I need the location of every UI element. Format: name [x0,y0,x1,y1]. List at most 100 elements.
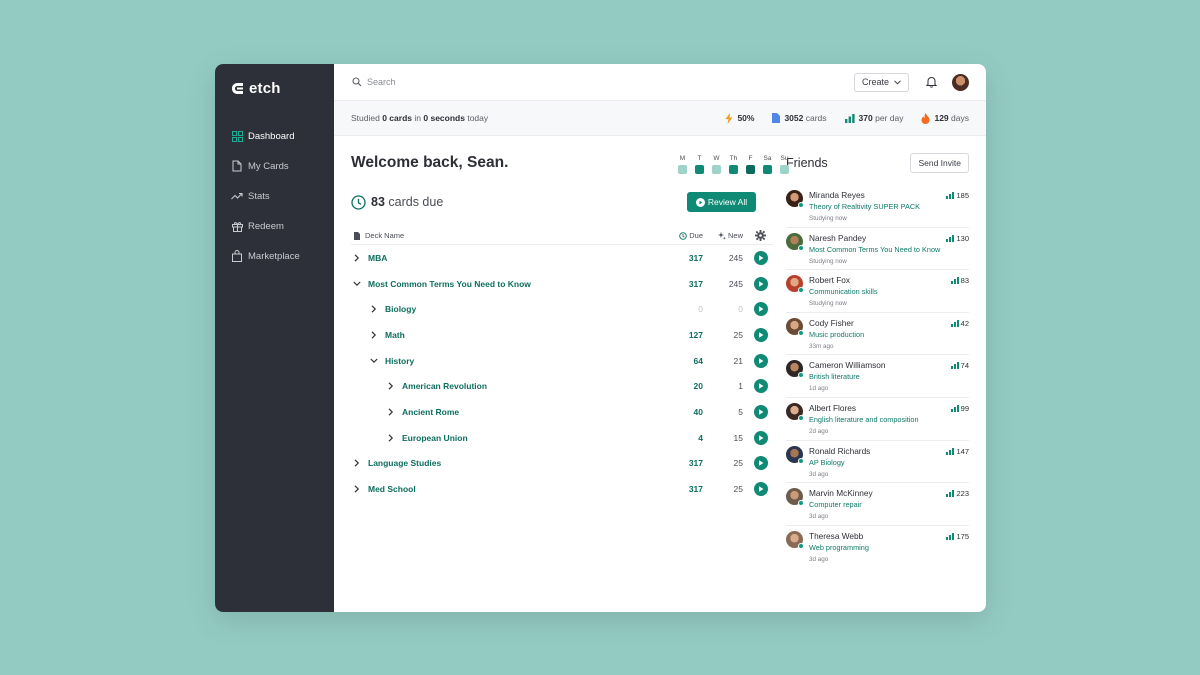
sidebar-item-redeem[interactable]: Redeem [215,211,334,241]
studied-cards: 0 cards [382,113,412,123]
friend-avatar[interactable] [786,402,804,421]
friend-item[interactable]: Robert Fox Communication skills Studying n… [786,270,969,313]
notifications-button[interactable] [926,76,937,88]
friend-deck-link[interactable]: Web programming [809,542,946,554]
chevron-right-icon[interactable] [351,485,363,493]
deck-name[interactable]: Ancient Rome [351,407,669,417]
friend-avatar[interactable] [786,445,804,464]
chevron-right-icon[interactable] [351,254,363,262]
friend-avatar[interactable] [786,232,804,251]
deck-name[interactable]: European Union [351,433,669,443]
deck-name[interactable]: Med School [351,484,669,494]
deck-name[interactable]: Math [351,330,669,340]
friend-avatar[interactable] [786,275,804,294]
create-button[interactable]: Create [853,72,909,92]
table-row[interactable]: European Union 4 15 [351,425,773,451]
play-icon [753,302,768,317]
chevron-right-icon[interactable] [385,408,397,416]
stat-percent: 50% [725,112,754,124]
friend-avatar[interactable] [786,317,804,336]
deck-name[interactable]: History [351,356,669,366]
column-due[interactable]: Due [669,231,703,240]
week-day: M [674,155,691,174]
chevron-right-icon[interactable] [385,382,397,390]
study-deck-button[interactable] [743,276,773,291]
week-day-label: Sa [763,155,772,162]
column-deck-name[interactable]: Deck Name [351,231,669,240]
table-settings-button[interactable] [743,230,773,241]
chevron-down-icon[interactable] [351,280,363,288]
study-deck-button[interactable] [743,302,773,317]
table-row[interactable]: History 64 21 [351,348,773,374]
search-bar[interactable]: Search [352,77,854,87]
deck-name[interactable]: Biology [351,304,669,314]
study-deck-button[interactable] [743,456,773,471]
study-deck-button[interactable] [743,250,773,265]
study-deck-button[interactable] [743,430,773,445]
study-deck-button[interactable] [743,379,773,394]
table-row[interactable]: Ancient Rome 40 5 [351,399,773,425]
table-row[interactable]: American Revolution 20 1 [351,373,773,399]
table-row[interactable]: MBA 317 245 [351,245,773,271]
friend-item[interactable]: Albert Flores English literature and comp… [786,398,969,441]
friend-avatar[interactable] [786,360,804,379]
app-window: etch Dashboard My Cards Stats Redeem Mar… [215,64,986,612]
review-all-button[interactable]: Review All [687,192,756,212]
study-deck-button[interactable] [743,404,773,419]
sidebar-item-dashboard[interactable]: Dashboard [215,121,334,151]
friend-avatar[interactable] [786,488,804,507]
friend-item[interactable]: Marvin McKinney Computer repair 3d ago 223 [786,483,969,526]
table-row[interactable]: Most Common Terms You Need to Know 317 245 [351,271,773,297]
table-row[interactable]: Med School 317 25 [351,476,773,502]
friend-deck-link[interactable]: Most Common Terms You Need to Know [809,244,946,256]
friend-deck-link[interactable]: English literature and composition [809,414,951,426]
chevron-right-icon[interactable] [368,331,380,339]
friend-item[interactable]: Naresh Pandey Most Common Terms You Need … [786,228,969,271]
logo[interactable]: etch [215,79,334,97]
column-new[interactable]: New [703,231,743,240]
friend-info: Miranda Reyes Theory of Realtivity SUPER … [809,190,946,227]
study-deck-button[interactable] [743,482,773,497]
friend-item[interactable]: Cody Fisher Music production 33m ago 42 [786,313,969,356]
study-deck-button[interactable] [743,327,773,342]
stat-cards-unit: cards [805,113,827,123]
chevron-right-icon[interactable] [385,434,397,442]
friend-deck-link[interactable]: Communication skills [809,286,951,298]
bag-icon [231,250,243,262]
friend-avatar[interactable] [786,530,804,549]
online-status-dot [798,500,804,507]
table-row[interactable]: Language Studies 317 25 [351,451,773,477]
table-row[interactable]: Biology 0 0 [351,296,773,322]
friend-item[interactable]: Miranda Reyes Theory of Realtivity SUPER … [786,185,969,228]
friend-deck-link[interactable]: Computer repair [809,499,946,511]
friend-deck-link[interactable]: AP Biology [809,457,946,469]
week-day-label: M [679,155,686,162]
friend-deck-link[interactable]: Music production [809,329,951,341]
sidebar-item-my-cards[interactable]: My Cards [215,151,334,181]
friend-item[interactable]: Cameron Williamson British literature 1d a… [786,355,969,398]
user-avatar[interactable] [952,73,969,91]
friend-item[interactable]: Ronald Richards AP Biology 3d ago 147 [786,441,969,484]
deck-due-count: 317 [688,458,703,469]
deck-name[interactable]: MBA [351,253,669,263]
friend-status: 1d ago [809,385,829,393]
friend-item[interactable]: Theresa Webb Web programming 3d ago 175 [786,526,969,569]
sidebar-item-stats[interactable]: Stats [215,181,334,211]
chevron-down-icon[interactable] [368,357,380,365]
friend-deck-link[interactable]: Theory of Realtivity SUPER PACK [809,201,946,213]
deck-name[interactable]: American Revolution [351,381,669,391]
send-invite-label: Send Invite [918,158,961,168]
review-all-label: Review All [707,197,748,207]
chevron-right-icon[interactable] [368,305,380,313]
deck-name[interactable]: Most Common Terms You Need to Know [351,279,669,289]
friend-deck-link[interactable]: British literature [809,371,951,383]
sidebar-item-marketplace[interactable]: Marketplace [215,241,334,271]
chevron-right-icon[interactable] [351,459,363,467]
study-deck-button[interactable] [743,353,773,368]
deck-name[interactable]: Language Studies [351,458,669,468]
friend-info: Theresa Webb Web programming 3d ago [809,531,946,569]
table-row[interactable]: Math 127 25 [351,322,773,348]
send-invite-button[interactable]: Send Invite [910,153,969,173]
friend-score: 185 [946,190,969,227]
friend-avatar[interactable] [786,190,804,208]
